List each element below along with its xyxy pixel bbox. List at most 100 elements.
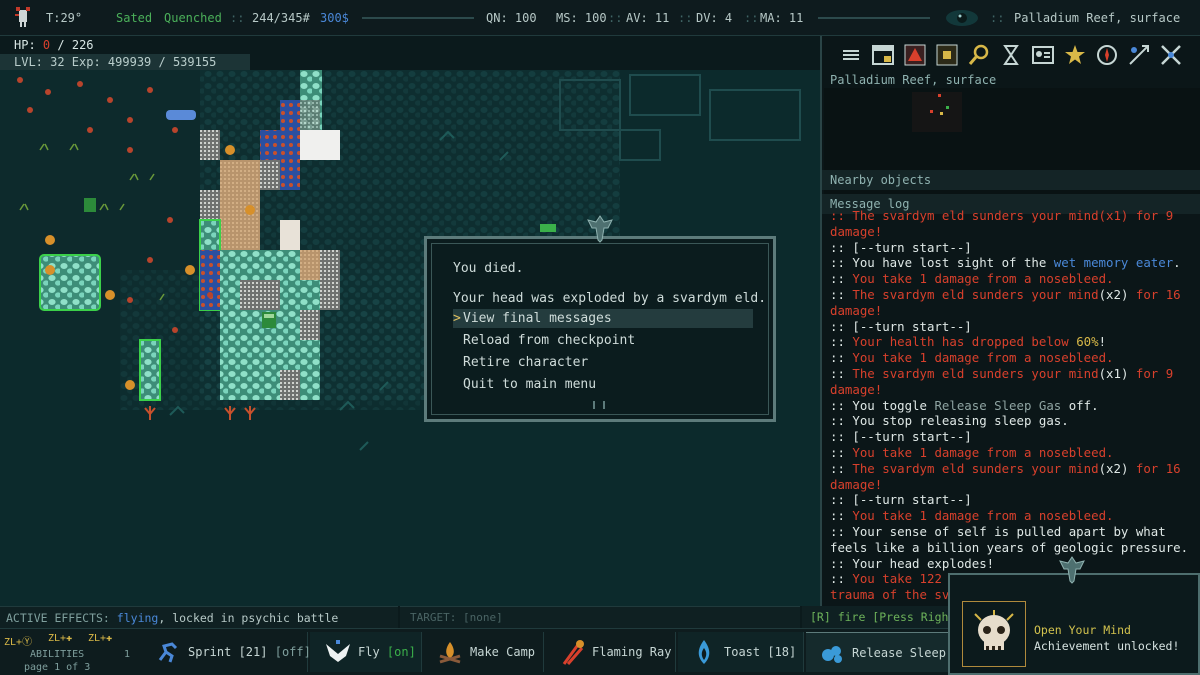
turn-counter: T:29° — [46, 11, 83, 25]
log-segment: :: [--turn start--] — [830, 239, 972, 255]
achievement-title: Open Your Mind — [1034, 623, 1131, 637]
zone-name: Palladium Reef, surface — [1014, 11, 1181, 25]
log-segment: :: — [830, 571, 853, 587]
minimap-title: Palladium Reef, surface — [830, 73, 997, 87]
page-number: 1 — [124, 649, 131, 660]
weight-readout: 244/345# — [252, 11, 310, 25]
achievement-subtitle: Achievement unlocked! — [1034, 639, 1180, 653]
ability-toast[interactable]: Toast [18] — [678, 632, 804, 672]
log-segment: :: — [830, 508, 853, 524]
ability-release-sleep-gas[interactable]: Release Sleep G — [806, 632, 960, 672]
star-reputation-icon[interactable] — [1062, 42, 1088, 68]
effects-label: ACTIVE EFFECTS: — [6, 611, 110, 625]
look-magnifier-icon[interactable] — [966, 42, 992, 68]
log-segment: :: — [830, 460, 853, 476]
ability-make-camp[interactable]: Make Camp — [424, 632, 544, 672]
log-segment: The svardym eld sunders your mind — [852, 460, 1099, 476]
log-segment: :: You stop releasing sleep gas. — [830, 413, 1069, 429]
effect-flying: flying — [116, 611, 159, 625]
option-label: Reload from checkpoint — [463, 333, 636, 348]
log-segment: You take 1 damage from a nosebleed. — [852, 508, 1114, 524]
pager-prev-hint[interactable]: ZL+✚ — [48, 633, 72, 644]
hp-readout: HP: 0 / 226 — [14, 38, 94, 52]
log-segment: 60% — [1076, 334, 1099, 350]
ability-label: Make Camp — [470, 645, 536, 659]
level-experience-bar: LVL: 32 Exp: 499939 / 539155 — [0, 54, 250, 70]
ability-fly[interactable]: Fly [on] — [310, 632, 422, 672]
nearby-objects-header[interactable]: Nearby objects — [822, 170, 1200, 190]
message-log[interactable]: :: The svardym eld sunders your mind(x1)… — [830, 208, 1198, 606]
log-segment: ! — [1098, 334, 1107, 350]
ability-flaming-ray[interactable]: Flaming Ray — [546, 632, 676, 672]
option-quit-main-menu[interactable]: Quit to main menu — [453, 375, 753, 394]
log-line: feels like a billion years of geologic p… — [830, 540, 1198, 556]
dpad-down-icon: ✚ — [106, 633, 113, 644]
log-segment: :: You have lost sight of the — [830, 255, 1054, 271]
dialog-bottom-ornament-icon — [593, 401, 605, 409]
log-segment: Release Sleep Gas — [934, 397, 1062, 413]
map-tools-icon[interactable] — [1158, 42, 1184, 68]
log-line: :: You take 1 damage from a nosebleed. — [830, 350, 1198, 366]
ability-sprint[interactable]: Sprint [21] [off] — [142, 632, 311, 672]
pager-next-hint[interactable]: ZL+✚ — [88, 633, 112, 644]
ability-label: Fly — [358, 645, 380, 659]
hp-label: HP: — [14, 38, 36, 52]
log-segment: (x2) — [1098, 460, 1129, 476]
log-segment: :: [--turn start--] — [830, 318, 972, 334]
water-status: Quenched — [164, 11, 222, 25]
log-segment: :: — [830, 444, 853, 460]
log-line: :: Your head explodes! — [830, 556, 1198, 572]
ability-label: Toast [18] — [724, 645, 797, 659]
achievement-popup[interactable]: Open Your Mind Achievement unlocked! — [948, 556, 1200, 675]
log-segment: damage! — [830, 223, 883, 239]
ability-state: [on] — [386, 645, 416, 659]
log-segment: (x2) — [1098, 286, 1129, 302]
log-line: :: You take 1 damage from a nosebleed. — [830, 508, 1198, 524]
log-segment: The svardym eld sunders your mind — [852, 365, 1099, 381]
log-segment: :: [--turn start--] — [830, 429, 972, 445]
sprint-icon — [158, 642, 178, 663]
skull-icon — [974, 610, 1014, 650]
money-readout: 300$ — [320, 11, 349, 25]
log-segment: for 16 — [1128, 460, 1181, 476]
dodge-value-stat: DV: 4 — [696, 11, 733, 25]
emblem-icon — [1059, 556, 1085, 584]
ability-state: [off] — [274, 645, 311, 659]
hint-text: ZL+ — [48, 633, 67, 644]
log-segment: damage! — [830, 381, 883, 397]
log-segment: :: You toggle — [830, 397, 935, 413]
mental-armor-stat: MA: 11 — [760, 11, 804, 25]
locked-window-icon[interactable] — [870, 42, 896, 68]
log-segment: :: Your head explodes! — [830, 555, 995, 571]
hp-max: 226 — [71, 38, 94, 52]
achievement-badge — [962, 601, 1026, 667]
menu-icon[interactable] — [838, 42, 864, 68]
ability-pager: ZL+Ⓨ ZL+✚ ZL+✚ ABILITIES page 1 of 3 1 — [0, 629, 140, 675]
log-line: :: [--turn start--] — [830, 319, 1198, 335]
separator: :: — [230, 11, 245, 25]
fly-icon — [326, 640, 350, 662]
log-segment: trauma of the sv — [830, 587, 950, 603]
equipment-icon[interactable] — [934, 42, 960, 68]
log-line: :: The svardym eld sunders your mind(x1)… — [830, 366, 1198, 382]
log-line: :: Your health has dropped below 60%! — [830, 334, 1198, 350]
quickness-stat: QN: 100 — [486, 11, 537, 25]
log-line: :: [--turn start--] — [830, 240, 1198, 256]
flame-icon — [562, 640, 584, 665]
log-segment: off. — [1061, 397, 1099, 413]
ability-label: Release Sleep G — [852, 646, 961, 660]
ability-label: Flaming Ray — [592, 645, 672, 659]
abilities-icon[interactable] — [902, 42, 928, 68]
character-sheet-icon[interactable] — [1030, 42, 1056, 68]
log-segment: :: — [830, 271, 853, 287]
effect-psychic-battle: , locked in psychic battle — [158, 611, 339, 625]
compass-icon[interactable] — [1094, 42, 1120, 68]
log-line: :: [--turn start--] — [830, 429, 1198, 445]
option-retire-character[interactable]: Retire character — [453, 353, 753, 372]
quests-icon[interactable] — [1126, 42, 1152, 68]
option-reload-checkpoint[interactable]: Reload from checkpoint — [453, 331, 753, 350]
log-line: :: Your sense of self is pulled apart by… — [830, 524, 1198, 540]
hourglass-icon[interactable] — [998, 42, 1024, 68]
option-view-final-messages[interactable]: > View final messages — [453, 309, 753, 328]
toolbar — [822, 36, 1200, 72]
